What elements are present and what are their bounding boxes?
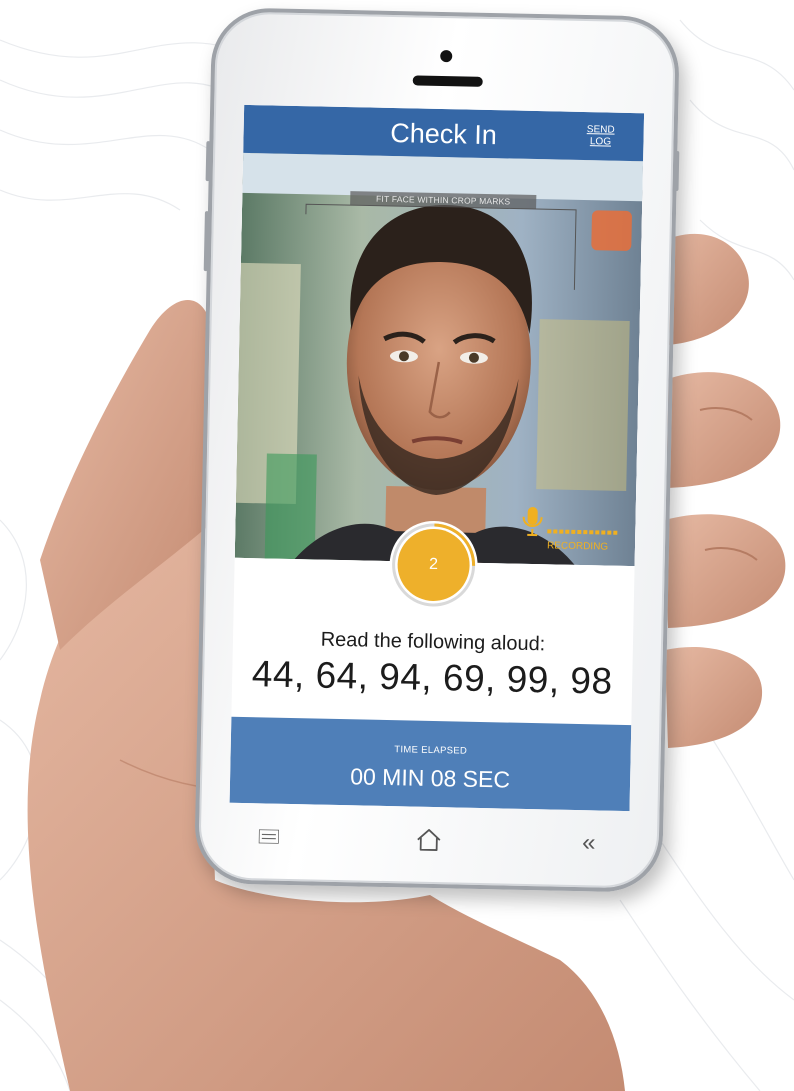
mute-switch <box>205 141 211 182</box>
volume-up-button <box>203 211 209 272</box>
menu-button[interactable] <box>248 816 289 857</box>
power-button <box>674 150 680 192</box>
time-elapsed-panel: TIME ELAPSED 00 MIN 08 SEC <box>229 716 632 812</box>
menu-icon <box>258 829 280 844</box>
countdown-badge: 2 <box>388 520 479 610</box>
back-button[interactable]: « <box>568 823 609 864</box>
app-screen: Check In SEND LOG FIT FACE WITHIN CROP M… <box>229 104 645 812</box>
app-header: Check In SEND LOG <box>243 104 645 162</box>
recording-label: RECORDING <box>546 540 609 553</box>
home-button[interactable] <box>408 820 449 861</box>
phone-device: Check In SEND LOG FIT FACE WITHIN CROP M… <box>193 7 681 893</box>
send-log-label-line2: LOG <box>589 136 612 148</box>
time-elapsed-value: 00 MIN 08 SEC <box>349 763 511 793</box>
android-nav-bar: « <box>228 816 629 864</box>
send-log-label-line1: SEND <box>586 124 615 136</box>
front-camera <box>440 49 453 63</box>
earpiece-speaker <box>412 75 483 87</box>
back-icon: « <box>581 829 596 857</box>
home-icon <box>417 829 441 851</box>
face-photo <box>234 152 644 567</box>
send-log-link[interactable]: SEND LOG <box>579 124 621 149</box>
time-elapsed-label: TIME ELAPSED <box>394 744 468 757</box>
digit-sequence: 44, 64, 94, 69, 99, 98 <box>251 653 613 702</box>
camera-preview: FIT FACE WITHIN CROP MARKS RECORDING <box>234 152 644 567</box>
